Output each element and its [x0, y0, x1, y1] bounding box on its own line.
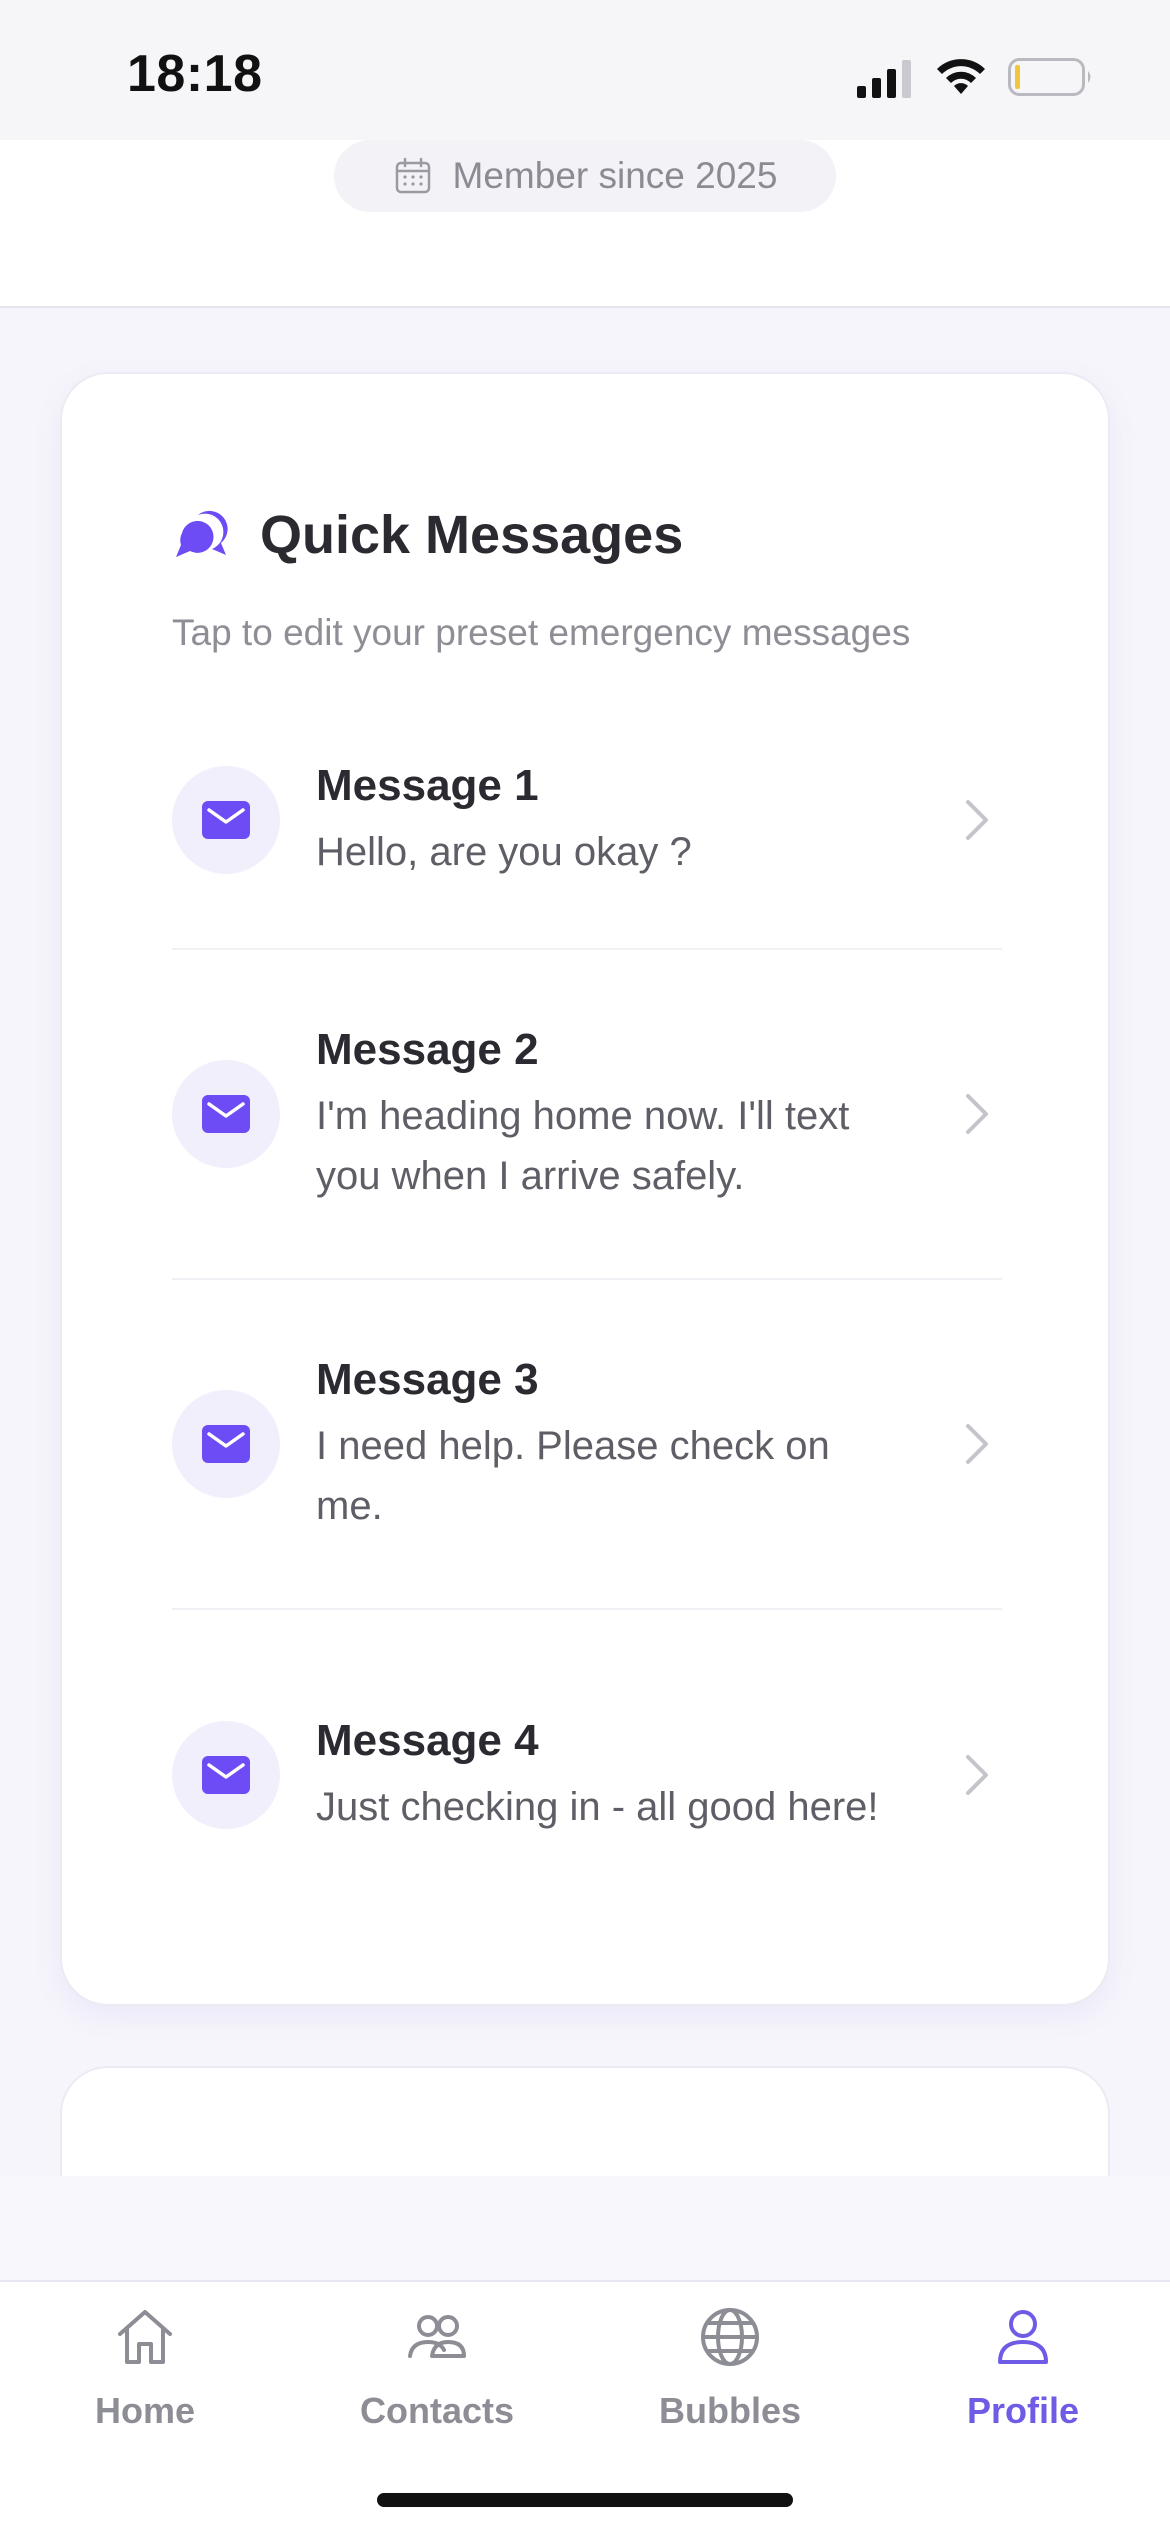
- message-item-1[interactable]: Message 1 Hello, are you okay ?: [172, 692, 1002, 950]
- chevron-right-icon: [966, 1755, 988, 1795]
- card-subtitle: Tap to edit your preset emergency messag…: [172, 612, 911, 653]
- message-icon-badge: [172, 1390, 280, 1498]
- message-title: Message 4: [316, 1716, 539, 1765]
- tab-profile[interactable]: Profile: [923, 2304, 1123, 2432]
- card-header: Quick Messages: [172, 504, 683, 566]
- message-text: Message 3 I need help. Please check on m…: [316, 1352, 896, 1536]
- cellular-signal-icon: [857, 60, 911, 98]
- next-card: [60, 2066, 1110, 2186]
- status-time: 18:18: [127, 45, 263, 103]
- wifi-icon: [937, 59, 985, 94]
- message-item-2[interactable]: Message 2 I'm heading home now. I'll tex…: [172, 950, 1002, 1280]
- message-list: Message 1 Hello, are you okay ? Message …: [172, 692, 1002, 1940]
- status-bar: 18:18: [0, 0, 1170, 140]
- profile-header: Member since 2025: [0, 140, 1170, 308]
- contacts-icon: [408, 2315, 466, 2358]
- tab-profile-label: Profile: [966, 2390, 1080, 2431]
- message-icon-badge: [172, 766, 280, 874]
- message-title: Message 1: [316, 761, 539, 810]
- chevron-right-icon: [966, 1424, 988, 1464]
- member-since-text: Member since 2025: [452, 155, 778, 196]
- card-title: Quick Messages: [260, 505, 684, 565]
- tab-contacts[interactable]: Contacts: [337, 2304, 537, 2432]
- tab-bubbles[interactable]: Bubbles: [630, 2304, 830, 2432]
- envelope-icon: [202, 801, 250, 839]
- envelope-icon: [202, 1425, 250, 1463]
- member-since-badge: Member since 2025: [334, 140, 836, 212]
- envelope-icon: [202, 1095, 250, 1133]
- message-body: Just checking in - all good here!: [316, 1785, 879, 1829]
- tab-bubbles-label: Bubbles: [658, 2390, 801, 2431]
- person-icon: [998, 2310, 1048, 2364]
- globe-icon: [701, 2308, 759, 2366]
- message-icon-badge: [172, 1721, 280, 1829]
- message-text: Message 2 I'm heading home now. I'll tex…: [316, 1022, 896, 1206]
- envelope-icon: [202, 1756, 250, 1794]
- chat-bubbles-icon: [176, 510, 228, 557]
- message-body: I'm heading home now. I'll text you when…: [316, 1094, 850, 1198]
- message-text: Message 1 Hello, are you okay ?: [316, 758, 896, 882]
- message-title: Message 2: [316, 1025, 539, 1074]
- tab-home[interactable]: Home: [45, 2304, 245, 2432]
- message-icon-badge: [172, 1060, 280, 1168]
- message-title: Message 3: [316, 1355, 539, 1404]
- chevron-right-icon: [966, 800, 988, 840]
- message-text: Message 4 Just checking in - all good he…: [316, 1713, 896, 1837]
- message-item-3[interactable]: Message 3 I need help. Please check on m…: [172, 1280, 1002, 1610]
- message-item-4[interactable]: Message 4 Just checking in - all good he…: [172, 1610, 1002, 1940]
- tab-contacts-label: Contacts: [359, 2390, 515, 2431]
- home-indicator[interactable]: [377, 2493, 793, 2507]
- calendar-icon: [395, 157, 430, 194]
- home-icon: [118, 2310, 172, 2364]
- message-body: Hello, are you okay ?: [316, 830, 692, 874]
- content-bottom-area: [0, 2176, 1170, 2280]
- message-body: I need help. Please check on me.: [316, 1424, 830, 1528]
- quick-messages-card: Quick Messages Tap to edit your preset e…: [60, 372, 1110, 2006]
- battery-icon: [1008, 58, 1091, 96]
- chevron-right-icon: [966, 1094, 988, 1134]
- profile-screen: 18:18 Member since 2025 Quick Messages T…: [0, 0, 1170, 2532]
- tab-home-label: Home: [94, 2390, 196, 2431]
